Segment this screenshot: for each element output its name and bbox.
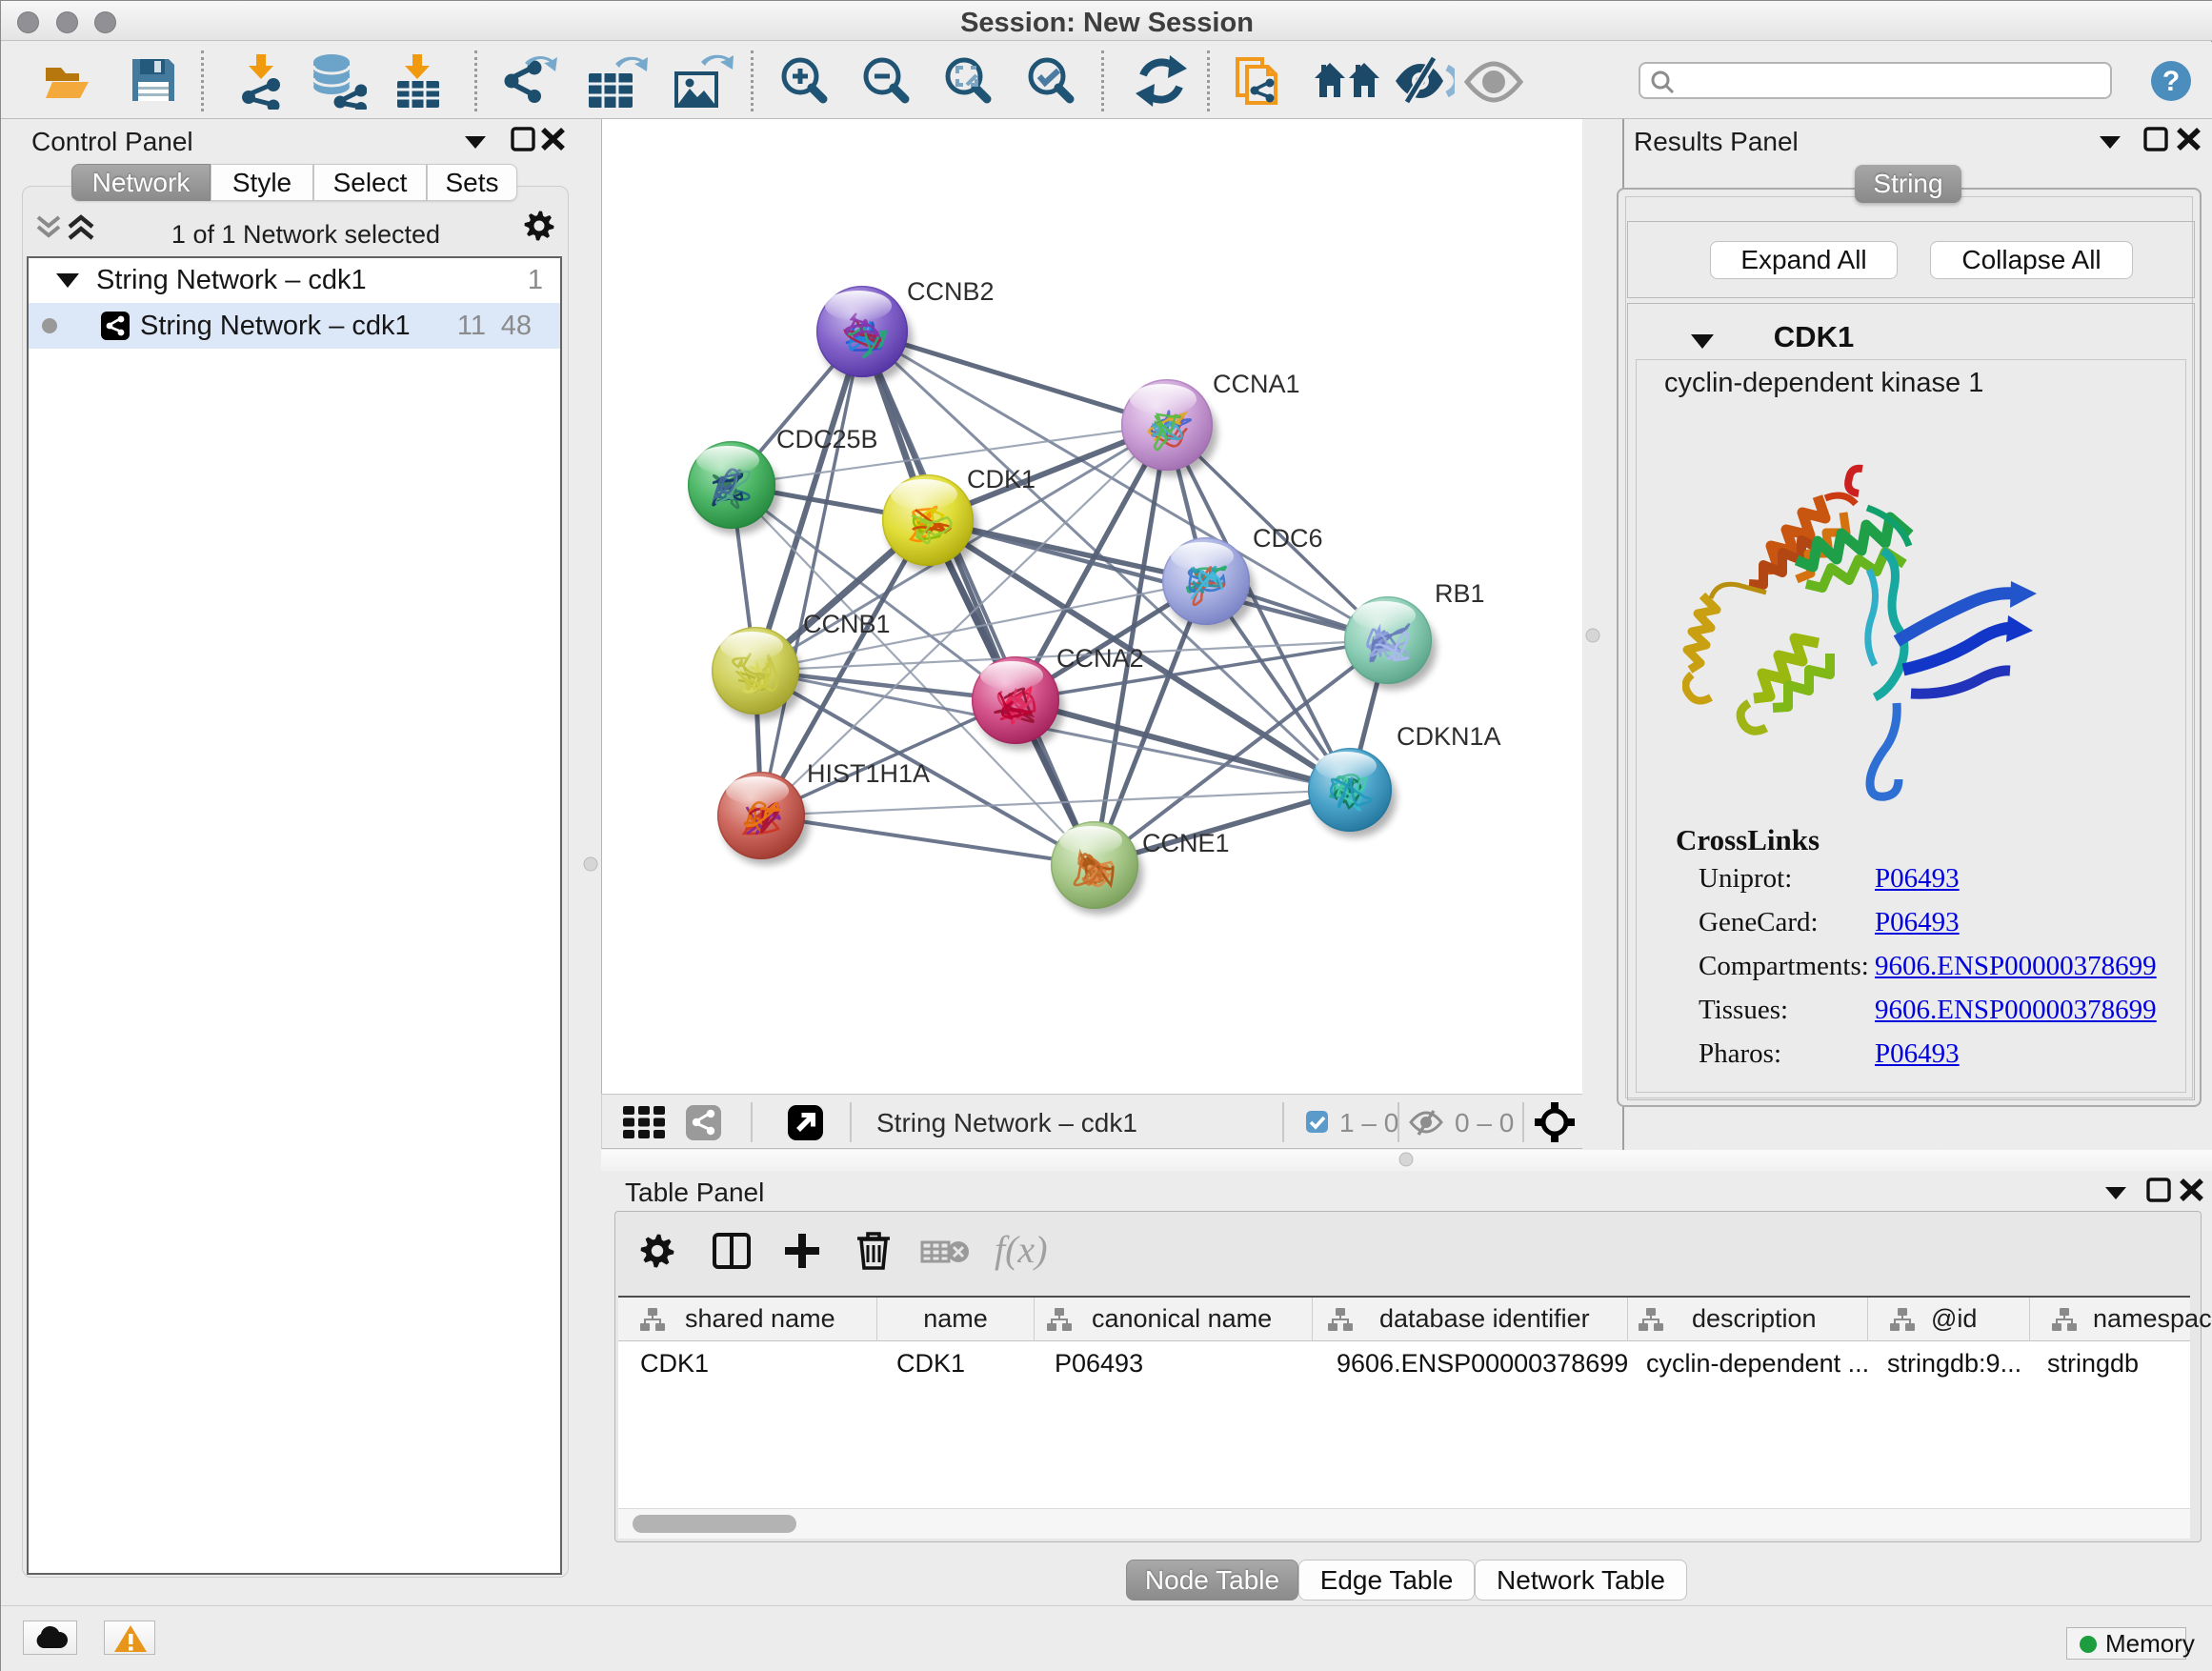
svg-text:CCNE1: CCNE1 xyxy=(1142,829,1230,857)
svg-text:RB1: RB1 xyxy=(1435,579,1485,608)
svg-text:CDC25B: CDC25B xyxy=(776,425,878,453)
svg-text:CDKN1A: CDKN1A xyxy=(1397,722,1501,751)
svg-text:CCNA2: CCNA2 xyxy=(1056,644,1144,673)
svg-text:CDK1: CDK1 xyxy=(967,465,1036,493)
svg-text:CCNB2: CCNB2 xyxy=(907,277,995,306)
svg-text:HIST1H1A: HIST1H1A xyxy=(807,759,930,788)
svg-text:CCNB1: CCNB1 xyxy=(803,610,891,638)
svg-text:CDC6: CDC6 xyxy=(1253,524,1323,553)
svg-text:?: ? xyxy=(2162,66,2180,97)
svg-text:CCNA1: CCNA1 xyxy=(1213,370,1300,398)
